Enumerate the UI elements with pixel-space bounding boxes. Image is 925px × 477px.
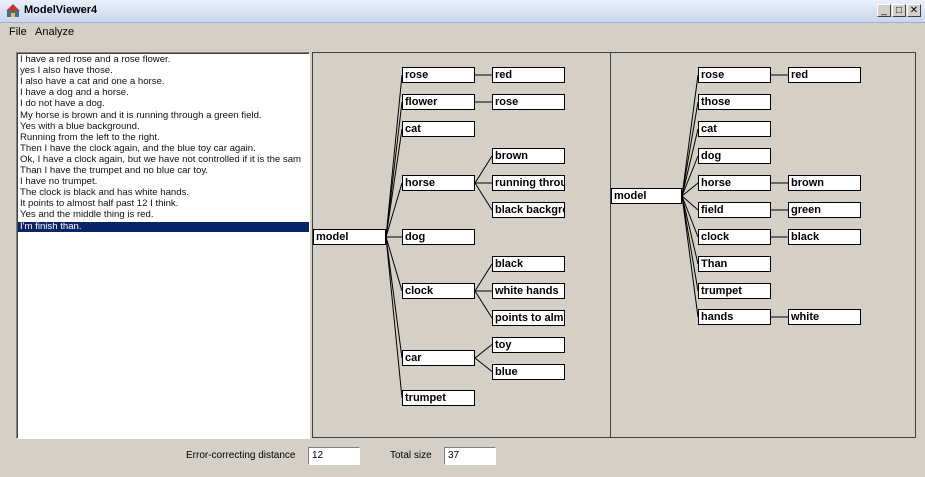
conversation-line[interactable]: It points to almost half past 12 I think… [20,199,178,209]
app-icon [6,4,20,17]
tree-node[interactable]: horse [402,175,475,191]
tree-node[interactable]: rose [402,67,475,83]
tree-edge [681,195,699,292]
conversation-line[interactable]: Yes with a blue background. [20,121,140,132]
tree-leaf-node[interactable]: red [492,67,565,83]
tree-node[interactable]: hands [698,309,771,325]
tree-node[interactable]: cat [698,121,771,137]
tree-leaf-node[interactable]: brown [788,175,861,191]
tree-edge [681,74,699,197]
tree-node[interactable]: dog [698,148,771,164]
tree-node[interactable]: car [402,350,475,366]
tree-edge [474,263,493,292]
error-distance-label: Error-correcting distance [186,450,296,461]
conversation-line[interactable]: yes I also have those. [20,66,113,76]
tree-node[interactable]: clock [402,283,475,299]
menu-bar: File Analyze [0,23,925,41]
tree-leaf-node[interactable]: toy [492,336,565,353]
tree-edge [385,236,403,359]
tree-root-node[interactable]: model [313,229,386,245]
conversation-line[interactable]: I have a dog and a horse. [20,88,129,98]
error-distance-field[interactable]: 12 [308,447,360,465]
conversation-line[interactable]: My horse is brown and it is running thro… [20,110,262,121]
conversation-line[interactable]: I have no trumpet. [20,177,97,187]
close-button[interactable]: ✕ [907,4,921,17]
tree-leaf-node[interactable]: black background [492,202,565,218]
tree-edges-left [385,74,493,399]
total-size-field[interactable]: 37 [444,447,496,465]
tree-edge [681,195,699,318]
tree-leaf-node[interactable]: black [788,229,861,245]
tree-leaf-node[interactable]: points to almost hal [492,310,565,326]
conversation-line[interactable]: Running from the left to the right. [20,132,160,143]
conversation-line[interactable]: I'm finish than. [18,221,309,232]
tree-edges-right [681,74,788,318]
tree-leaf-node[interactable]: black [492,256,565,272]
tree-node[interactable]: Than [698,256,771,272]
tree-root-node[interactable]: model [611,188,682,204]
tree-node[interactable]: clock [698,229,771,245]
tree-edge [474,182,493,211]
tree-edge [385,101,403,238]
model-tree-left: model rose red flower rose cat horse brown runni… [312,52,611,438]
tree-edge [474,344,493,359]
tree-node[interactable]: field [698,202,771,218]
tree-node[interactable]: trumpet [698,283,771,299]
tree-leaf-node[interactable]: white hands [492,283,565,299]
tree-node[interactable]: horse [698,175,771,191]
conversation-line[interactable]: Yes and the middle thing is red. [20,210,154,220]
tree-leaf-node[interactable]: brown [492,148,565,164]
conversation-list[interactable]: I have a red rose and a rose flower. yes … [16,52,310,439]
conversation-line[interactable]: I have a red rose and a rose flower. [20,55,170,65]
tree-leaf-node[interactable]: running through a gr [492,175,565,191]
tree-edge [385,128,403,238]
tree-node[interactable]: those [698,94,771,110]
tree-node[interactable]: rose [698,67,771,83]
conversation-line[interactable]: Than I have the trumpet and no blue car … [20,166,208,176]
tree-edge [681,101,699,197]
minimize-button[interactable]: _ [877,4,891,17]
tree-leaf-node[interactable]: blue [492,363,565,380]
conversation-line[interactable]: The clock is black and has white hands. [20,188,189,198]
menu-analyze[interactable]: Analyze [35,26,74,38]
tree-leaf-node[interactable]: green [788,202,861,218]
tree-edge [474,155,493,184]
conversation-line[interactable]: Ok, I have a clock again, but we have no… [20,154,301,165]
tree-edge [385,236,403,399]
tree-edge [474,357,493,372]
tree-node[interactable]: cat [402,121,475,137]
tree-node[interactable]: trumpet [402,390,475,406]
maximize-button[interactable]: □ [892,4,906,17]
model-tree-right: model rose red those cat dog horse brown field gr… [610,52,916,438]
conversation-line[interactable]: Then I have the clock again, and the blu… [20,143,256,154]
tree-node[interactable]: dog [402,229,475,245]
tree-leaf-node[interactable]: white [788,309,861,325]
tree-edge [474,290,493,319]
tree-leaf-node[interactable]: red [788,67,861,83]
total-size-label: Total size [390,450,432,461]
title-bar: ModelViewer4 _ □ ✕ [0,0,925,23]
conversation-line[interactable]: I do not have a dog. [20,99,105,109]
window-title: ModelViewer4 [24,4,98,16]
tree-node[interactable]: flower [402,94,475,110]
menu-file[interactable]: File [9,26,27,38]
conversation-line[interactable]: I also have a cat and one a horse. [20,77,165,87]
tree-leaf-node[interactable]: rose [492,94,565,110]
